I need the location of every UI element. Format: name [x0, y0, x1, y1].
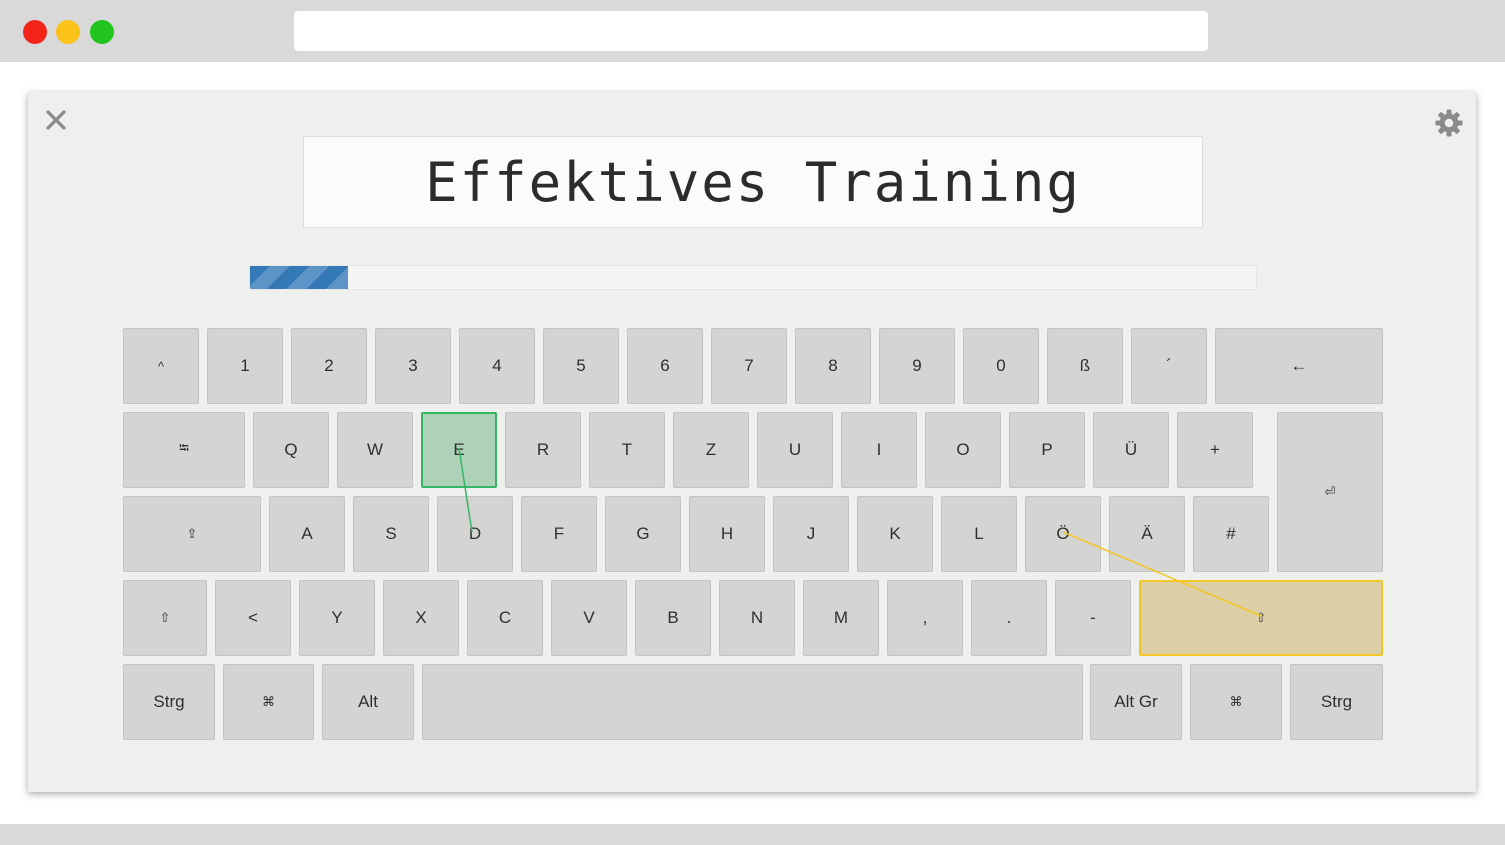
address-bar[interactable] — [294, 11, 1208, 51]
browser-chrome — [0, 0, 1505, 62]
key-s[interactable]: S — [353, 496, 429, 572]
key-3[interactable]: 3 — [375, 328, 451, 404]
key-2[interactable]: 2 — [291, 328, 367, 404]
key-5[interactable]: 5 — [543, 328, 619, 404]
key-i[interactable]: I — [841, 412, 917, 488]
progress-fill — [250, 266, 348, 289]
key-y[interactable]: Y — [299, 580, 375, 656]
window-close-dot[interactable] — [23, 20, 47, 44]
key-d[interactable]: D — [437, 496, 513, 572]
key-less-than[interactable]: < — [215, 580, 291, 656]
key-left-ctrl[interactable]: Strg — [123, 664, 215, 740]
key-tab[interactable]: ⭾ — [123, 412, 245, 488]
key-m[interactable]: M — [803, 580, 879, 656]
key-capslock[interactable]: ⇪ — [123, 496, 261, 572]
key-left-shift[interactable]: ⇧ — [123, 580, 207, 656]
key-t[interactable]: T — [589, 412, 665, 488]
key-p[interactable]: P — [1009, 412, 1085, 488]
window-minimize-dot[interactable] — [56, 20, 80, 44]
key-g[interactable]: G — [605, 496, 681, 572]
key-k[interactable]: K — [857, 496, 933, 572]
key-comma[interactable]: , — [887, 580, 963, 656]
key-w[interactable]: W — [337, 412, 413, 488]
key-ae[interactable]: Ä — [1109, 496, 1185, 572]
key-o[interactable]: O — [925, 412, 1001, 488]
key-eszett[interactable]: ß — [1047, 328, 1123, 404]
key-1[interactable]: 1 — [207, 328, 283, 404]
key-b[interactable]: B — [635, 580, 711, 656]
key-right-shift[interactable]: ⇧ — [1139, 580, 1383, 656]
key-v[interactable]: V — [551, 580, 627, 656]
key-4[interactable]: 4 — [459, 328, 535, 404]
key-7[interactable]: 7 — [711, 328, 787, 404]
key-space[interactable] — [422, 664, 1083, 740]
key-e[interactable]: E — [421, 412, 497, 488]
gear-icon[interactable] — [1434, 108, 1464, 138]
key-n[interactable]: N — [719, 580, 795, 656]
key-f[interactable]: F — [521, 496, 597, 572]
key-h[interactable]: H — [689, 496, 765, 572]
key-0[interactable]: 0 — [963, 328, 1039, 404]
key-right-ctrl[interactable]: Strg — [1290, 664, 1383, 740]
trainer-panel: Effektives Training ^ 1 2 3 4 5 6 7 8 9 … — [28, 92, 1476, 792]
key-c[interactable]: C — [467, 580, 543, 656]
key-enter[interactable]: ⏎ — [1277, 412, 1383, 572]
key-j[interactable]: J — [773, 496, 849, 572]
progress-bar — [249, 265, 1257, 290]
key-u[interactable]: U — [757, 412, 833, 488]
key-r[interactable]: R — [505, 412, 581, 488]
key-plus[interactable]: + — [1177, 412, 1253, 488]
window-maximize-dot[interactable] — [90, 20, 114, 44]
key-x[interactable]: X — [383, 580, 459, 656]
key-alt[interactable]: Alt — [322, 664, 414, 740]
key-6[interactable]: 6 — [627, 328, 703, 404]
key-l[interactable]: L — [941, 496, 1017, 572]
key-acute[interactable]: ´ — [1131, 328, 1207, 404]
key-9[interactable]: 9 — [879, 328, 955, 404]
key-q[interactable]: Q — [253, 412, 329, 488]
key-ue[interactable]: Ü — [1093, 412, 1169, 488]
key-backspace[interactable]: ← — [1215, 328, 1383, 404]
key-left-cmd[interactable]: ⌘ — [223, 664, 314, 740]
key-z[interactable]: Z — [673, 412, 749, 488]
lesson-title: Effektives Training — [425, 150, 1081, 214]
key-hash[interactable]: # — [1193, 496, 1269, 572]
key-oe[interactable]: Ö — [1025, 496, 1101, 572]
key-right-cmd[interactable]: ⌘ — [1190, 664, 1282, 740]
key-period[interactable]: . — [971, 580, 1047, 656]
key-8[interactable]: 8 — [795, 328, 871, 404]
key-caret[interactable]: ^ — [123, 328, 199, 404]
lesson-title-box: Effektives Training — [303, 136, 1203, 228]
key-altgr[interactable]: Alt Gr — [1090, 664, 1182, 740]
key-a[interactable]: A — [269, 496, 345, 572]
key-minus[interactable]: - — [1055, 580, 1131, 656]
bottom-bar — [0, 824, 1505, 845]
close-icon[interactable] — [42, 106, 70, 134]
